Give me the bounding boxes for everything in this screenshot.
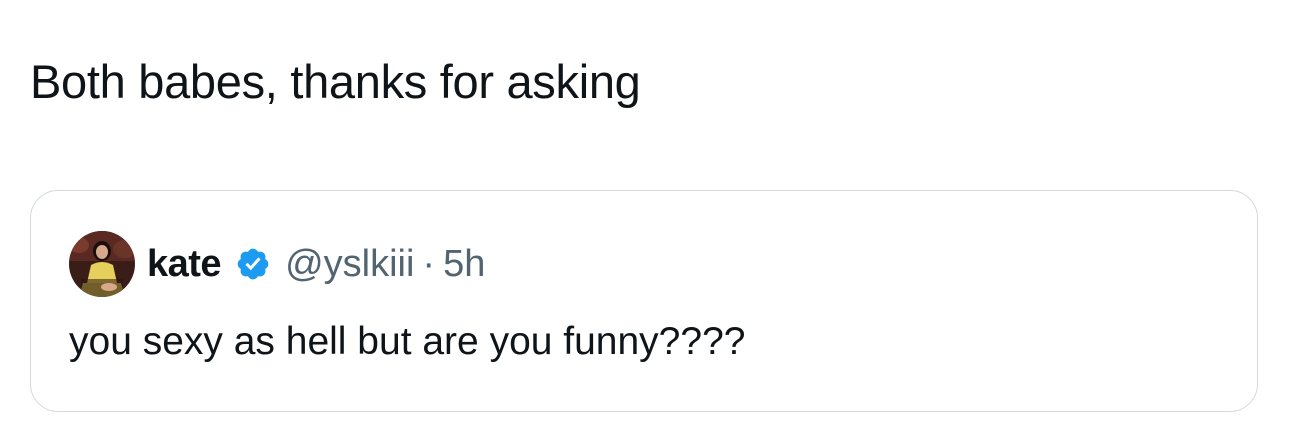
avatar[interactable] xyxy=(69,231,135,297)
verified-badge-icon xyxy=(235,246,271,282)
tweet-text: Both babes, thanks for asking xyxy=(30,55,641,108)
quoted-tweet-header: kate @yslkiii · 5h xyxy=(69,231,485,297)
separator-dot: · xyxy=(422,242,436,285)
quoted-tweet-card[interactable]: kate @yslkiii · 5h you sexy as hell but … xyxy=(30,190,1258,412)
timestamp[interactable]: 5h xyxy=(443,243,485,286)
quoted-tweet-text: you sexy as hell but are you funny???? xyxy=(69,320,746,363)
display-name[interactable]: kate xyxy=(147,243,222,286)
handle[interactable]: @yslkiii xyxy=(285,243,414,286)
